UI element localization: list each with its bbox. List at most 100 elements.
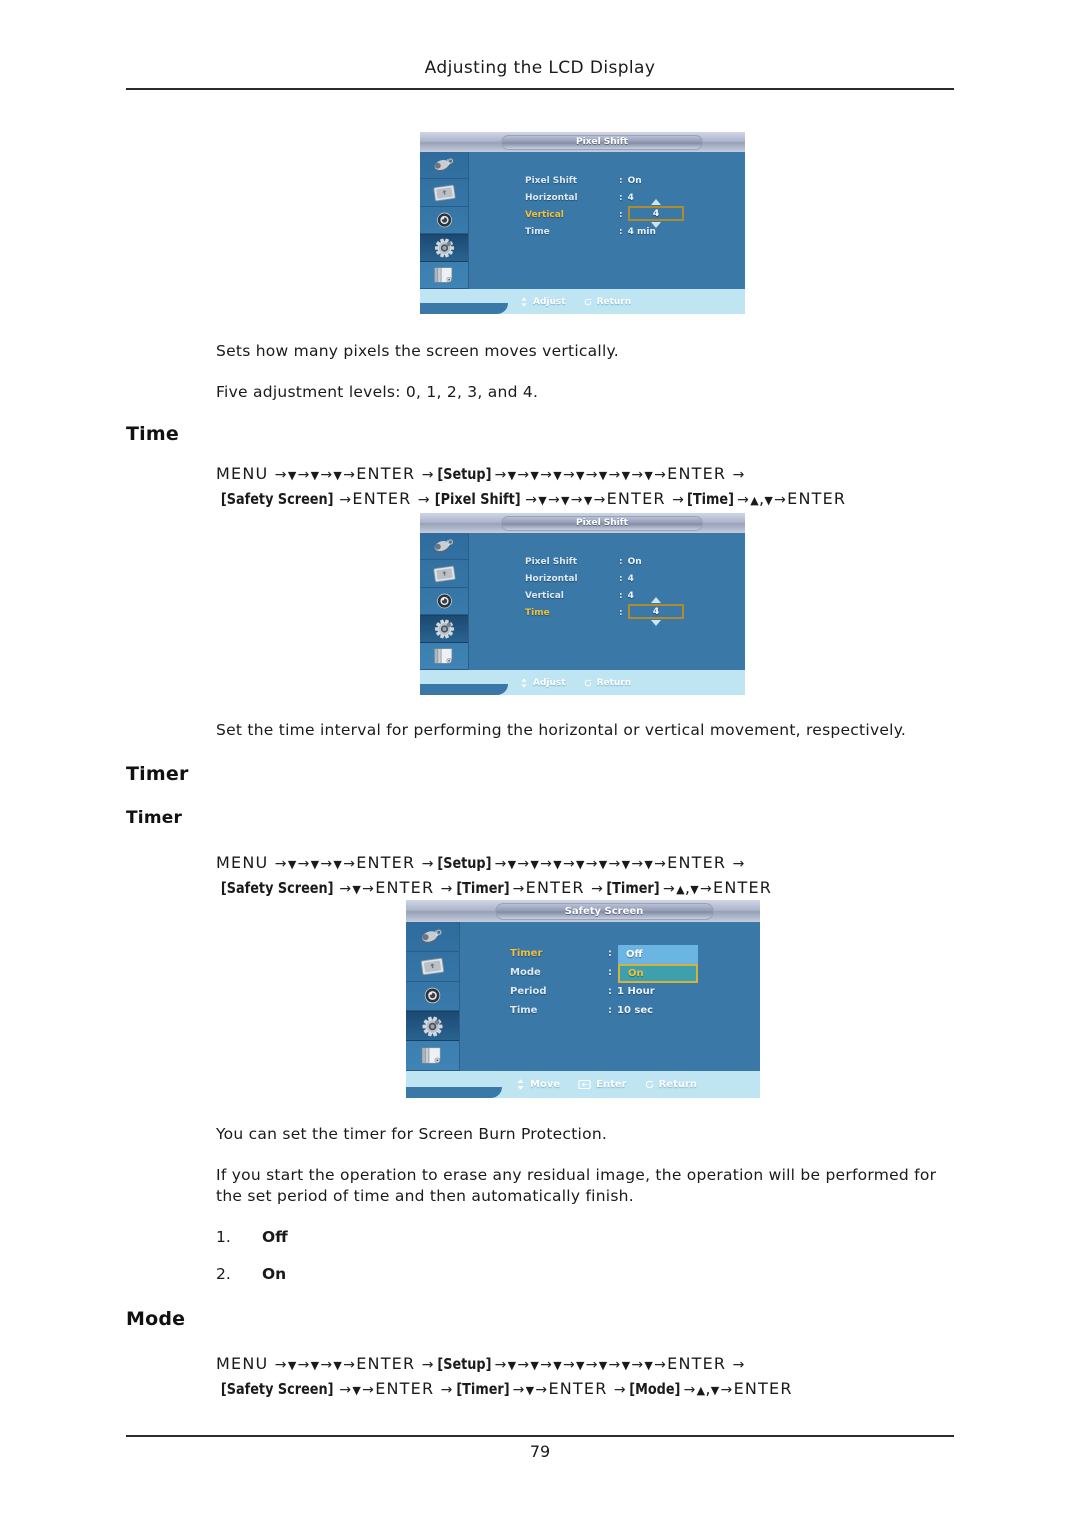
- path-menu-item: [Setup]: [437, 465, 492, 483]
- osd-row[interactable]: Pixel Shift: [525, 176, 577, 186]
- path-arrow-icon: →: [608, 467, 621, 483]
- osd-status-item[interactable]: Adjust: [520, 678, 566, 688]
- osd-row[interactable]: Timer: [510, 948, 542, 959]
- path-arrow-icon: →: [631, 856, 644, 872]
- spin-down-arrow-icon[interactable]: [651, 620, 661, 626]
- path-arrow-icon: →: [494, 467, 507, 483]
- path-up-arrow-icon: ▲: [750, 494, 759, 507]
- osd-sidebar-setup-gear-icon[interactable]: [420, 615, 468, 643]
- osd-row-value-group: :: [619, 210, 628, 220]
- osd-sidebar-picture-icon[interactable]: [406, 952, 459, 982]
- path-down-arrow-icon: ▼: [530, 858, 540, 871]
- osd-row-value: 1 Hour: [617, 986, 655, 997]
- path-arrow-icon: →: [274, 856, 287, 872]
- osd-status-label: Move: [530, 1079, 561, 1090]
- osd-row[interactable]: Mode: [510, 967, 541, 978]
- path-arrow-icon: →: [562, 856, 575, 872]
- osd-row[interactable]: Period: [510, 986, 547, 997]
- osd-status-item[interactable]: Return: [645, 1079, 697, 1090]
- osd-sidebar-sound-icon[interactable]: [420, 207, 468, 235]
- osd-row-value: On: [627, 557, 642, 567]
- osd-row-value: 10 sec: [617, 1005, 654, 1016]
- path-arrow-icon: →: [562, 467, 575, 483]
- path-down-arrow-icon: ▼: [583, 494, 593, 507]
- osd-row[interactable]: Pixel Shift: [525, 557, 577, 567]
- spin-up-arrow-icon[interactable]: [651, 199, 661, 205]
- osd-sidebar-setup-gear-icon[interactable]: [406, 1011, 459, 1042]
- osd-sidebar-input-source-icon[interactable]: [420, 152, 468, 180]
- osd-title-pill: Pixel Shift: [501, 134, 703, 150]
- osd-dropdown-option[interactable]: On: [618, 964, 698, 983]
- osd-row-colon: :: [619, 210, 623, 220]
- path-arrow-icon: →: [343, 856, 356, 872]
- osd-sidebar-multi-control-icon[interactable]: [420, 262, 468, 289]
- path-arrow-icon: →: [548, 492, 561, 508]
- osd-row[interactable]: Horizontal: [525, 193, 578, 203]
- osd-status-label: Adjust: [533, 296, 566, 307]
- osd-value-spinbox[interactable]: 4: [628, 604, 684, 619]
- path-arrow-icon: →: [774, 492, 787, 508]
- path-menu-item: [Safety Screen]: [220, 1380, 334, 1398]
- osd-row[interactable]: Time: [525, 227, 550, 237]
- osd-sidebar-multi-control-icon[interactable]: [420, 643, 468, 670]
- path-menu-item: [Pixel Shift]: [434, 490, 521, 508]
- osd-row[interactable]: Vertical: [525, 210, 564, 220]
- osd-value-spinbox[interactable]: 4: [628, 206, 684, 221]
- path-arrow-icon: →: [421, 856, 434, 872]
- path-down-arrow-icon: ▼: [530, 1359, 540, 1372]
- osd-sidebar-multi-control-icon[interactable]: [406, 1041, 459, 1071]
- osd-sidebar-sound-icon[interactable]: [406, 982, 459, 1012]
- osd-status-item[interactable]: Move: [516, 1079, 560, 1090]
- spin-up-arrow-icon[interactable]: [651, 597, 661, 603]
- path-key: ENTER: [667, 464, 727, 483]
- path-arrow-icon: →: [320, 1357, 333, 1373]
- path-arrow-icon: →: [593, 492, 606, 508]
- path-up-arrow-icon: ▲: [676, 883, 685, 896]
- osd-row[interactable]: Horizontal: [525, 574, 578, 584]
- osd-sidebar-setup-gear-icon[interactable]: [420, 234, 468, 262]
- path-key: ENTER: [548, 1379, 608, 1398]
- path-arrow-icon: →: [562, 1357, 575, 1373]
- osd-sidebar-input-source-icon[interactable]: [406, 922, 459, 952]
- menu-path-time: MENU →▼→▼→▼→ENTER → [Setup] →▼→▼→▼→▼→▼→▼→▼…: [216, 462, 976, 512]
- osd-status-item[interactable]: Return: [584, 678, 631, 688]
- running-head: Adjusting the LCD Display: [126, 58, 954, 78]
- path-menu-item: [Timer]: [456, 879, 510, 897]
- osd-sidebar-picture-icon[interactable]: [420, 560, 468, 588]
- list-item-number: 2.: [216, 1265, 231, 1283]
- osd-row-colon: :: [608, 986, 612, 997]
- osd-status-item[interactable]: Enter: [578, 1079, 627, 1090]
- osd-sidebar-input-source-icon[interactable]: [420, 533, 468, 561]
- osd-spinbox-value: 4: [652, 606, 660, 617]
- osd-status-item[interactable]: Adjust: [520, 297, 566, 307]
- osd-status-wedge: [420, 684, 508, 695]
- path-key: ENTER: [733, 1379, 793, 1398]
- osd-dropdown-option[interactable]: Off: [618, 945, 698, 964]
- path-arrow-icon: →: [654, 467, 667, 483]
- osd-title-text: Safety Screen: [564, 905, 644, 917]
- path-arrow-icon: →: [631, 467, 644, 483]
- osd-row-colon: :: [608, 1005, 612, 1016]
- osd-row-label: Period: [510, 986, 547, 997]
- heading-time: Time: [126, 423, 179, 445]
- path-menu-item: [Setup]: [437, 854, 492, 872]
- path-arrow-icon: →: [540, 856, 553, 872]
- path-down-arrow-icon: ▼: [598, 858, 608, 871]
- osd-row[interactable]: Time: [525, 608, 550, 618]
- osd-sidebar: [420, 533, 469, 670]
- osd-row[interactable]: Time: [510, 1005, 537, 1016]
- osd-sidebar-sound-icon[interactable]: [420, 588, 468, 616]
- path-down-arrow-icon: ▼: [575, 1359, 585, 1372]
- path-arrow-icon: →: [517, 467, 530, 483]
- path-down-arrow-icon: ▼: [538, 494, 547, 507]
- manual-page: Adjusting the LCD Display Pixel Shift Pi…: [0, 0, 1080, 1527]
- path-arrow-icon: →: [320, 467, 333, 483]
- path-arrow-icon: →: [700, 881, 713, 897]
- path-arrow-icon: →: [525, 492, 538, 508]
- path-down-arrow-icon: ▼: [598, 469, 608, 482]
- osd-status-item[interactable]: Return: [584, 297, 631, 307]
- osd-sidebar-picture-icon[interactable]: [420, 179, 468, 207]
- path-menu-item: [Setup]: [437, 1355, 492, 1373]
- osd-row[interactable]: Vertical: [525, 591, 564, 601]
- osd-screenshot-safety-screen: Safety Screen Timer: Mode: Period: 1 …: [406, 900, 760, 1098]
